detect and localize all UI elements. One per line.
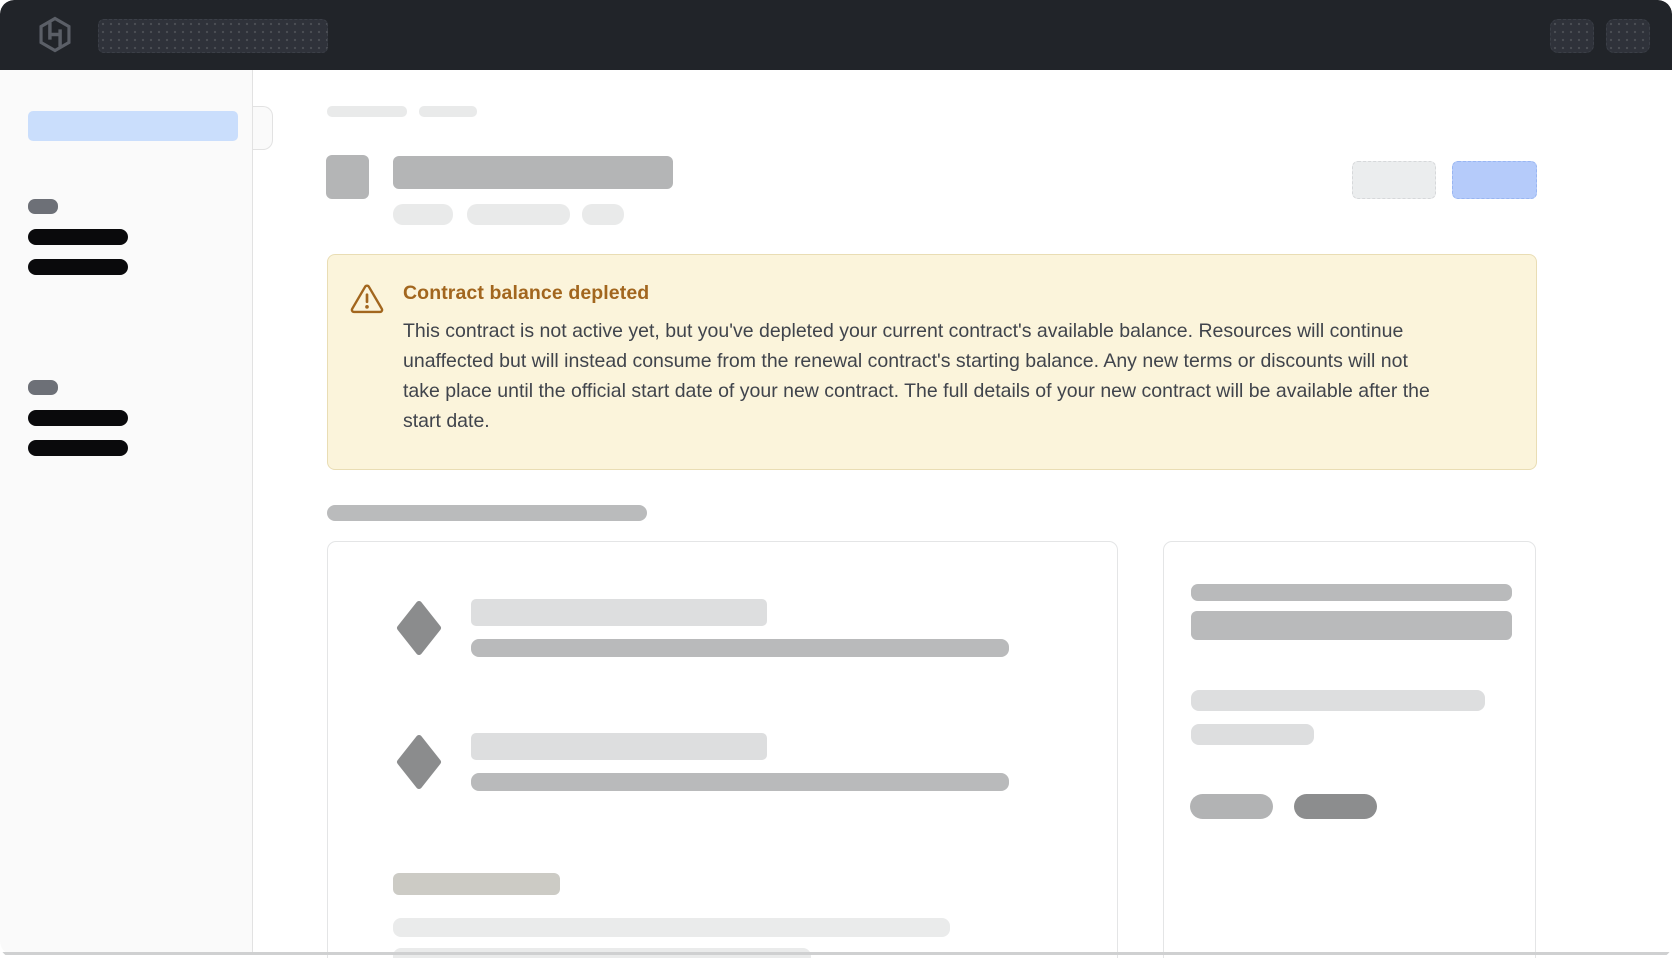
- warning-alert: Contract balance depleted This contract …: [327, 254, 1537, 470]
- diamond-icon: [396, 734, 442, 790]
- sidebar-group-label-skeleton: [28, 380, 58, 395]
- top-nav: [0, 0, 1672, 70]
- text-line-skeleton: [393, 918, 950, 937]
- window-bottom-edge: [0, 952, 1672, 955]
- nav-icon-button-placeholder[interactable]: [1550, 19, 1594, 53]
- breadcrumb-item-skeleton[interactable]: [327, 106, 407, 117]
- summary-line-skeleton: [1191, 584, 1512, 601]
- diamond-icon: [396, 600, 442, 656]
- row-title-skeleton: [471, 733, 767, 760]
- summary-card: [1163, 541, 1536, 958]
- breadcrumb-item-skeleton[interactable]: [419, 106, 477, 117]
- label-pill-skeleton: [393, 873, 560, 895]
- sidebar-link-skeleton[interactable]: [28, 259, 128, 275]
- sidebar-link-skeleton[interactable]: [28, 410, 128, 426]
- hashicorp-logo-icon[interactable]: [37, 16, 73, 53]
- tag-pill-skeleton: [582, 204, 624, 225]
- sidebar-link-skeleton[interactable]: [28, 229, 128, 245]
- sidebar-active-item[interactable]: [28, 111, 238, 141]
- app-window: Contract balance depleted This contract …: [0, 0, 1672, 958]
- warning-triangle-icon: [350, 284, 384, 315]
- primary-button-placeholder[interactable]: [1452, 161, 1537, 199]
- card-button-placeholder[interactable]: [1190, 794, 1273, 819]
- summary-line-skeleton: [1191, 611, 1512, 640]
- sidebar-group-label-skeleton: [28, 199, 58, 214]
- row-title-skeleton: [471, 599, 767, 626]
- secondary-button-placeholder[interactable]: [1352, 161, 1436, 199]
- page-title-placeholder: [393, 156, 673, 189]
- alert-body: This contract is not active yet, but you…: [403, 316, 1448, 436]
- row-subtitle-skeleton: [471, 773, 1009, 791]
- row-subtitle-skeleton: [471, 639, 1009, 657]
- detail-card: [327, 541, 1118, 958]
- card-button-placeholder[interactable]: [1294, 794, 1377, 819]
- alert-title: Contract balance depleted: [403, 282, 649, 305]
- window-frame: Contract balance depleted This contract …: [0, 0, 1672, 958]
- summary-line-skeleton: [1191, 690, 1485, 711]
- tag-pill-skeleton: [467, 204, 570, 225]
- sidebar-link-skeleton[interactable]: [28, 440, 128, 456]
- nav-icon-button-placeholder[interactable]: [1606, 19, 1650, 53]
- sidebar: [0, 70, 253, 955]
- search-input[interactable]: [98, 19, 328, 53]
- summary-line-skeleton: [1191, 724, 1314, 745]
- page-icon-placeholder: [326, 155, 369, 199]
- section-title-placeholder: [327, 505, 647, 521]
- tag-pill-skeleton: [393, 204, 453, 225]
- sidebar-collapse-handle[interactable]: [253, 106, 273, 150]
